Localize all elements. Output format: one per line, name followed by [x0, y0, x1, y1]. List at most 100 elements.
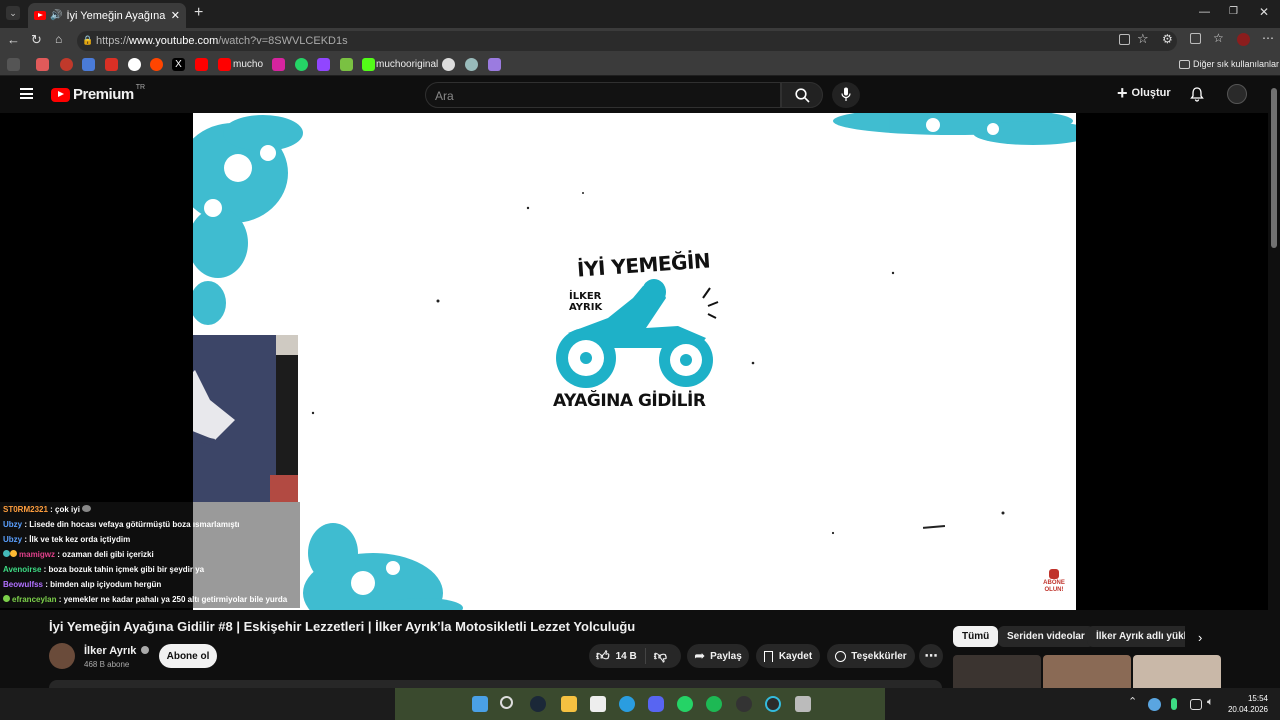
bookmark-youtube-mucho-icon[interactable] [218, 58, 231, 71]
obs-icon[interactable] [736, 696, 752, 712]
bookmark-twitch-icon[interactable] [317, 58, 330, 71]
recommended-thumb[interactable] [953, 655, 1041, 688]
app-icon[interactable] [765, 696, 781, 712]
dislike-button[interactable]: 👎︎ [654, 648, 667, 664]
bookmark-google-icon[interactable] [128, 58, 141, 71]
extensions-icon[interactable]: ⚙ [1162, 32, 1173, 46]
video-player[interactable]: İYİ YEMEĞİN İLKER AYRIK AYAĞINA GİDİLİR [193, 113, 1076, 610]
microphone-icon [841, 87, 851, 101]
profile-avatar[interactable] [1237, 33, 1250, 46]
tab-list-chevron-icon[interactable]: ⌄ [6, 6, 20, 20]
chips-next-chevron-icon[interactable]: › [1198, 630, 1202, 645]
edge-icon[interactable] [619, 696, 635, 712]
whatsapp-icon[interactable] [677, 696, 693, 712]
bookmark-kick-icon[interactable] [362, 58, 375, 71]
home-icon[interactable]: ⌂ [55, 32, 62, 46]
tab-active[interactable]: 🔊 İyi Yemeğin Ayağına Gidilir #8 ✕ [28, 3, 186, 28]
bookmark-youtube-icon[interactable] [195, 58, 208, 71]
subscribe-watermark[interactable]: ABONE OLUN! [1039, 569, 1069, 594]
bookmark-muchooriginal[interactable]: muchooriginal [376, 59, 438, 70]
split-screen-icon[interactable] [1190, 33, 1201, 44]
bookmark-whatsapp-icon[interactable] [295, 58, 308, 71]
channel-name[interactable]: İlker Ayrık [84, 645, 150, 657]
volume-icon[interactable]: 🔈︎ [1207, 696, 1214, 709]
more-actions-button[interactable]: ⋯ [919, 644, 943, 668]
favorite-star-icon[interactable]: ☆ [1137, 31, 1149, 47]
minimize-button[interactable]: — [1199, 6, 1210, 18]
chat-text: : Lisede din hocası vefaya götürmüştü bo… [24, 520, 240, 529]
taskbar-search-icon[interactable] [500, 696, 513, 709]
bookmark-feather-icon[interactable] [488, 58, 501, 71]
url-field[interactable]: 🔒 https://www.youtube.com/watch?v=8SWVLC… [77, 31, 1177, 51]
collections-icon[interactable]: ☆ [1213, 31, 1224, 45]
back-icon[interactable]: ← [7, 32, 20, 47]
new-tab-button[interactable]: + [194, 4, 203, 22]
chat-overlay: ST0RM2321 : çok iyi Ubzy : Lisede din ho… [0, 502, 300, 608]
bookmark-folder-icon[interactable] [7, 58, 20, 71]
bookmark-chrome-icon[interactable] [60, 58, 73, 71]
bookmark-x-icon[interactable]: X [172, 58, 185, 71]
hamburger-menu-icon[interactable] [20, 88, 33, 99]
chat-user: Ubzy [3, 535, 23, 544]
chat-text: : boza bozuk tahin içmek gibi bir şeydir… [43, 565, 205, 574]
thanks-button[interactable]: Teşekkürler [827, 644, 915, 668]
bookmark-mucho[interactable]: mucho [233, 59, 263, 70]
restore-button[interactable]: ❐ [1229, 6, 1238, 17]
badge-icon [3, 595, 10, 602]
spotify-icon[interactable] [706, 696, 722, 712]
mic-tray-icon[interactable] [1171, 698, 1177, 710]
bookmark-openai-icon[interactable] [442, 58, 455, 71]
notifications-bell-icon[interactable] [1190, 87, 1204, 102]
share-button[interactable]: ➦ Paylaş [687, 644, 749, 668]
save-button[interactable]: Kaydet [756, 644, 820, 668]
refresh-icon[interactable]: ↻ [31, 32, 42, 48]
search-button[interactable] [781, 82, 823, 108]
create-button[interactable]: + Oluştur [1117, 84, 1171, 102]
description-box[interactable] [49, 680, 942, 688]
bookmark-instagram-icon[interactable] [272, 58, 285, 71]
bookmark-sync-icon[interactable] [465, 58, 478, 71]
page-scrollbar[interactable] [1268, 76, 1280, 688]
bookmark-reddit-icon[interactable] [150, 58, 163, 71]
chip-series[interactable]: Seriden videolar [998, 626, 1094, 647]
app-icon[interactable] [795, 696, 811, 712]
voice-search-button[interactable] [832, 82, 860, 108]
channel-avatar[interactable] [49, 643, 75, 669]
thumbs-down-icon: 👎︎ [653, 648, 667, 663]
tray-chevron-icon[interactable]: ⌃ [1128, 695, 1137, 708]
browser-tab-bar: ⌄ 🔊 İyi Yemeğin Ayağına Gidilir #8 ✕ + —… [0, 0, 1280, 28]
steam-icon[interactable] [530, 696, 546, 712]
youtube-logo[interactable]: Premium TR [51, 84, 145, 103]
account-avatar[interactable] [1227, 84, 1247, 104]
recommended-thumb[interactable] [1133, 655, 1221, 688]
url-path: /watch?v=8SWVLCEKD1s [218, 35, 348, 47]
browser-menu-icon[interactable]: ⋯ [1262, 31, 1274, 45]
close-window-button[interactable]: ✕ [1259, 5, 1269, 19]
start-icon[interactable] [472, 696, 488, 712]
network-icon[interactable] [1190, 699, 1202, 710]
subscribe-button[interactable]: Abone ol [159, 644, 217, 668]
reader-icon[interactable] [1119, 34, 1130, 45]
tab-close-icon[interactable]: ✕ [171, 9, 180, 22]
store-icon[interactable] [590, 696, 606, 712]
like-button[interactable]: 👍︎ 14 B [596, 648, 637, 664]
chat-line: mamigwz : ozaman deli gibi içerizki [3, 550, 154, 559]
recommended-thumb[interactable] [1043, 655, 1131, 688]
chip-all[interactable]: Tümü [953, 626, 999, 647]
file-explorer-icon[interactable] [561, 696, 577, 712]
other-bookmarks[interactable]: Diğer sık kullanılanlar [1193, 59, 1279, 69]
discord-icon[interactable] [648, 696, 664, 712]
bookmark-gallery-icon[interactable] [36, 58, 49, 71]
bookmark-docs-icon[interactable] [82, 58, 95, 71]
clock[interactable]: 15:54 20.04.2026 [1222, 693, 1268, 715]
cloud-icon[interactable] [1148, 698, 1161, 711]
search-input[interactable]: Ara [425, 82, 781, 108]
watermark-icon [1049, 569, 1059, 579]
url-host: www.youtube.com [129, 35, 219, 47]
bookmark-game-icon[interactable] [340, 58, 353, 71]
bookmark-gmail-icon[interactable] [105, 58, 118, 71]
taskbar-wallpaper-strip [395, 688, 885, 720]
chip-uploader[interactable]: İlker Ayrık adlı yükleyen [1087, 626, 1185, 647]
speaker-icon[interactable]: 🔊 [50, 10, 62, 21]
scrollbar-thumb[interactable] [1271, 88, 1277, 248]
